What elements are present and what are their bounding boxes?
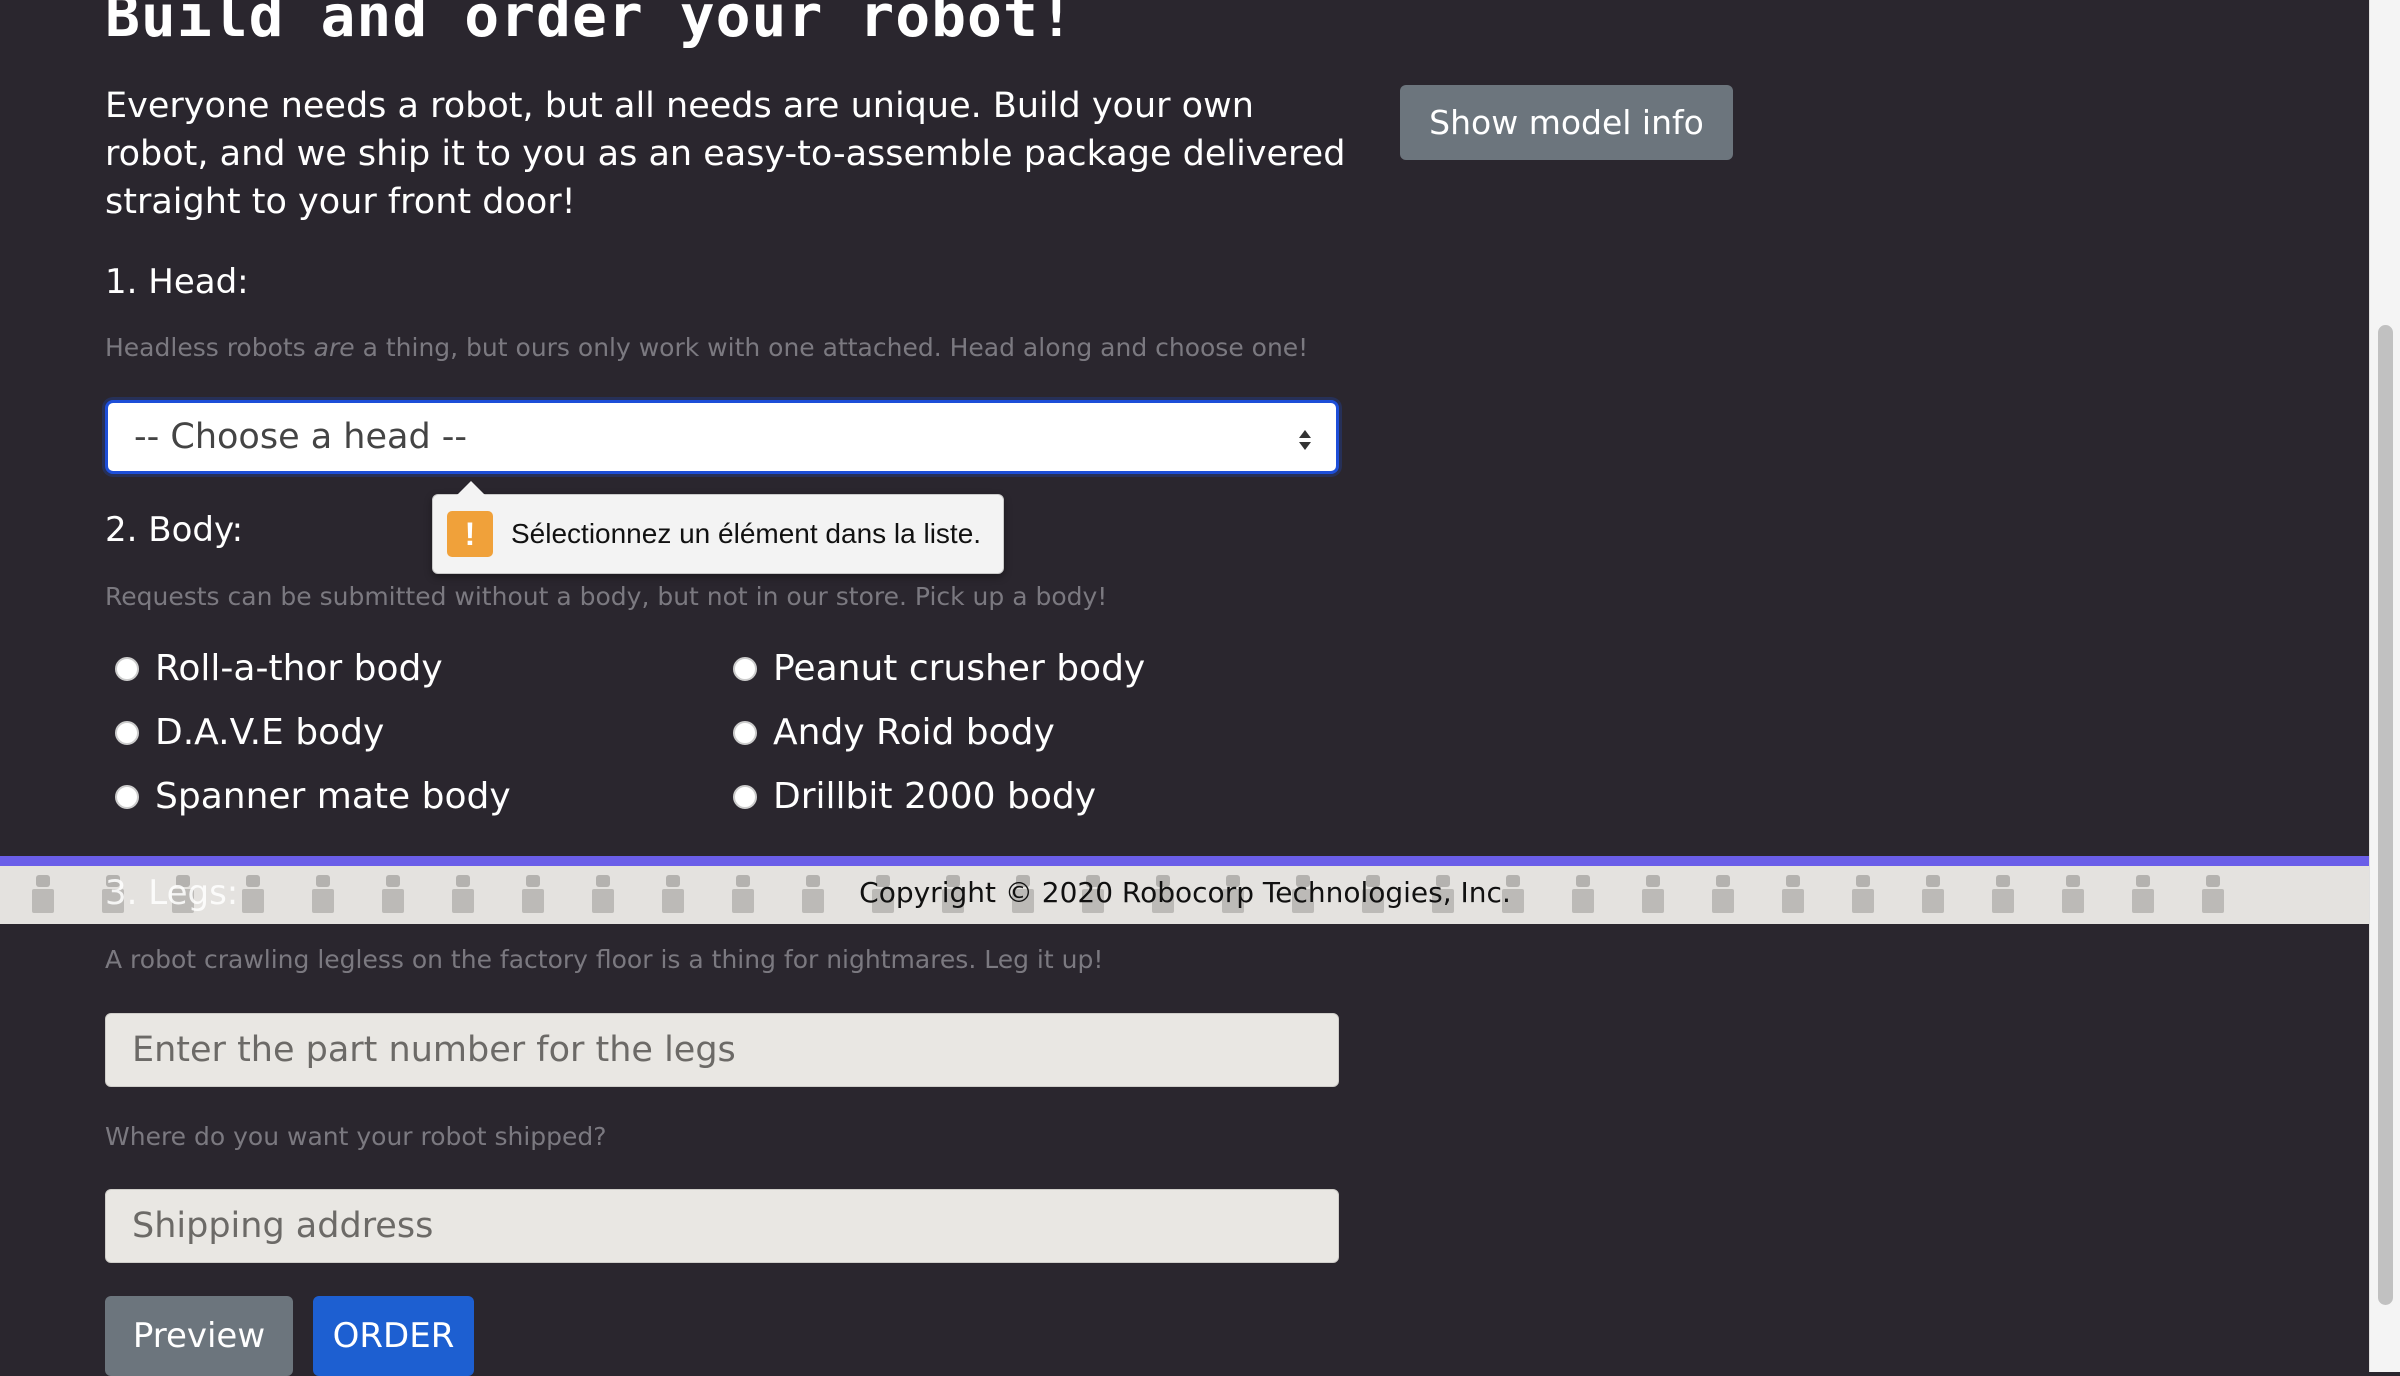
tooltip-notch (457, 481, 485, 495)
page-title: Build and order your robot! (105, 0, 1075, 50)
body-option-andy-roid[interactable]: Andy Roid body (733, 712, 1055, 753)
radio-label: Drillbit 2000 body (773, 776, 1097, 817)
scrollbar-track[interactable] (2369, 0, 2400, 1372)
preview-button[interactable]: Preview (105, 1296, 293, 1376)
radio-button[interactable] (115, 784, 139, 809)
radio-label: Peanut crusher body (773, 648, 1146, 689)
head-select[interactable]: -- Choose a head -- (105, 400, 1339, 474)
scrollbar-thumb[interactable] (2378, 325, 2393, 1305)
body-option-roll-a-thor[interactable]: Roll-a-thor body (115, 648, 443, 689)
head-hint-part: Headless robots (105, 333, 314, 362)
body-option-dave[interactable]: D.A.V.E body (115, 712, 384, 753)
radio-button[interactable] (733, 784, 757, 809)
shipping-address-input[interactable] (105, 1189, 1339, 1263)
warning-icon: ! (447, 511, 493, 557)
radio-label: Roll-a-thor body (155, 648, 443, 689)
legs-hint: A robot crawling legless on the factory … (105, 945, 1104, 974)
footer-divider (0, 856, 2370, 866)
head-hint-emphasis: are (313, 333, 355, 362)
head-hint-part: a thing, but ours only work with one att… (354, 333, 1309, 362)
body-option-peanut-crusher[interactable]: Peanut crusher body (733, 648, 1145, 689)
radio-button[interactable] (733, 720, 757, 745)
select-arrows-icon (1299, 430, 1311, 450)
show-model-info-button[interactable]: Show model info (1400, 85, 1733, 160)
body-option-spanner-mate[interactable]: Spanner mate body (115, 776, 511, 817)
radio-button[interactable] (115, 656, 139, 681)
shipping-hint: Where do you want your robot shipped? (105, 1122, 607, 1151)
radio-label: Andy Roid body (773, 712, 1055, 753)
radio-button[interactable] (115, 720, 139, 745)
tooltip-message: Sélectionnez un élément dans la liste. (511, 518, 982, 549)
body-label: 2. Body: (105, 510, 244, 550)
head-label: 1. Head: (105, 262, 249, 302)
radio-button[interactable] (733, 656, 757, 681)
order-button[interactable]: ORDER (313, 1296, 474, 1376)
radio-label: Spanner mate body (155, 776, 511, 817)
intro-text: Everyone needs a robot, but all needs ar… (105, 86, 1346, 222)
legs-part-number-input[interactable] (105, 1013, 1339, 1087)
footer-copyright: Copyright © 2020 Robocorp Technologies, … (859, 876, 1511, 909)
radio-label: D.A.V.E body (155, 712, 385, 753)
validation-tooltip: ! Sélectionnez un élément dans la liste. (432, 481, 1004, 574)
body-hint: Requests can be submitted without a body… (105, 582, 1108, 611)
body-option-drillbit-2000[interactable]: Drillbit 2000 body (733, 776, 1096, 817)
head-select-value: -- Choose a head -- (134, 417, 468, 457)
head-hint: Headless robots are a thing, but ours on… (105, 333, 1308, 362)
